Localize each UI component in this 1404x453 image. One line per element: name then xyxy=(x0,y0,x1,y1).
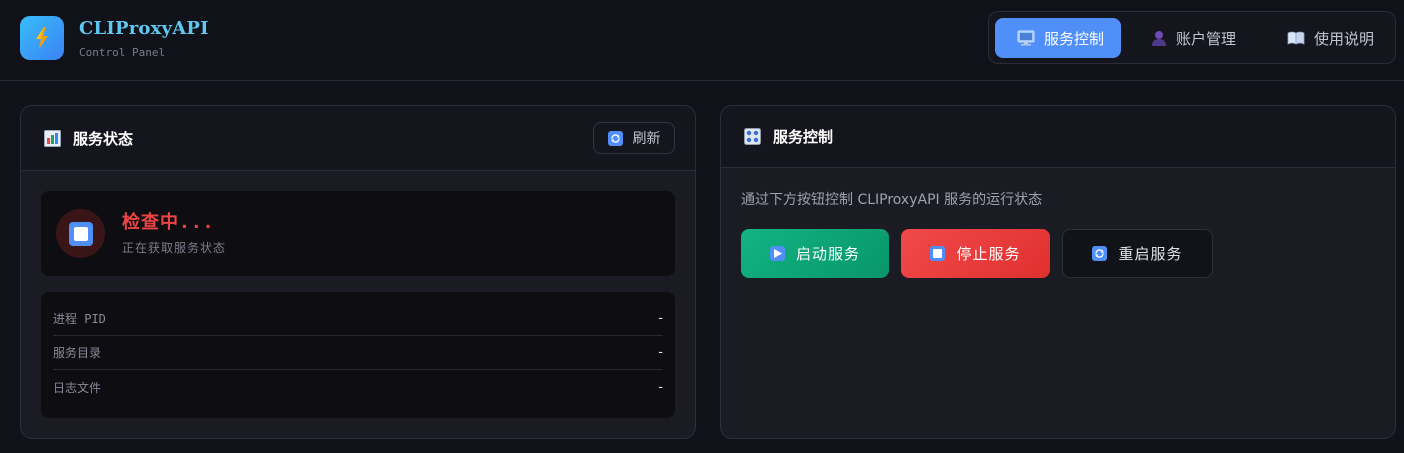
panel-title-text: 服务状态 xyxy=(73,130,134,148)
nav-tab-label: 使用说明 xyxy=(1314,29,1375,48)
refresh-label: 刷新 xyxy=(632,131,661,147)
app-subtitle: Control Panel xyxy=(79,46,166,59)
service-info-card: 进程 PID - 服务目录 - 日志文件 - xyxy=(41,292,675,418)
info-label: 进程 PID xyxy=(53,312,106,326)
stop-service-label: 停止服务 xyxy=(956,245,1021,263)
info-row-log-file: 日志文件 - xyxy=(53,370,663,404)
refresh-button[interactable]: 刷新 xyxy=(593,122,675,154)
monitor-icon xyxy=(1017,30,1035,46)
info-label: 服务目录 xyxy=(53,346,102,360)
main-nav: 服务控制 账户管理 使用说明 xyxy=(988,11,1396,64)
panel-title: 服务控制 xyxy=(744,126,833,147)
status-subtext: 正在获取服务状态 xyxy=(122,241,227,255)
stop-square-icon xyxy=(68,221,93,246)
nav-tab-label: 账户管理 xyxy=(1176,29,1237,48)
app-header: CLIProxyAPI Control Panel 服务控制 账户管理 使用说明 xyxy=(0,0,1404,81)
info-row-service-dir: 服务目录 - xyxy=(53,336,663,370)
nav-tab-service-control[interactable]: 服务控制 xyxy=(995,18,1121,58)
bar-chart-icon xyxy=(44,130,61,147)
nav-tab-account-management[interactable]: 账户管理 xyxy=(1137,18,1249,58)
control-description: 通过下方按钮控制 CLIProxyAPI 服务的运行状态 xyxy=(741,192,1043,208)
stop-service-button[interactable]: 停止服务 xyxy=(901,229,1050,278)
refresh-icon xyxy=(1092,246,1108,261)
refresh-icon xyxy=(607,130,623,146)
app-title: CLIProxyAPI xyxy=(79,18,209,39)
start-service-button[interactable]: 启动服务 xyxy=(741,229,889,278)
info-label: 日志文件 xyxy=(53,380,102,395)
app-logo xyxy=(20,16,64,60)
info-value: - xyxy=(658,345,663,360)
panel-header: 服务状态 刷新 xyxy=(21,106,695,171)
status-indicator xyxy=(56,209,105,258)
play-icon xyxy=(769,246,785,261)
control-knobs-icon xyxy=(744,128,761,145)
nav-tab-usage-guide[interactable]: 使用说明 xyxy=(1273,18,1385,58)
info-value: - xyxy=(658,379,663,395)
panel-title-text: 服务控制 xyxy=(773,128,834,146)
start-service-label: 启动服务 xyxy=(795,245,860,263)
user-icon xyxy=(1151,30,1167,46)
lightning-bolt-icon xyxy=(35,27,49,49)
info-value: - xyxy=(658,311,663,326)
status-text: 检查中... xyxy=(122,212,215,233)
service-control-panel: 服务控制 通过下方按钮控制 CLIProxyAPI 服务的运行状态 启动服务 停… xyxy=(720,105,1396,439)
restart-service-button[interactable]: 重启服务 xyxy=(1062,229,1213,278)
info-row-pid: 进程 PID - xyxy=(53,302,663,336)
status-indicator-card: 检查中... 正在获取服务状态 xyxy=(41,191,675,276)
panel-title: 服务状态 xyxy=(44,128,133,149)
service-status-panel: 服务状态 刷新 检查中... 正在获取服务状态 进程 PID - 服务目录 - … xyxy=(20,105,696,439)
stop-icon xyxy=(930,246,946,261)
nav-tab-label: 服务控制 xyxy=(1044,29,1105,48)
panel-header: 服务控制 xyxy=(721,106,1395,168)
restart-service-label: 重启服务 xyxy=(1118,245,1183,263)
book-icon xyxy=(1287,31,1305,45)
